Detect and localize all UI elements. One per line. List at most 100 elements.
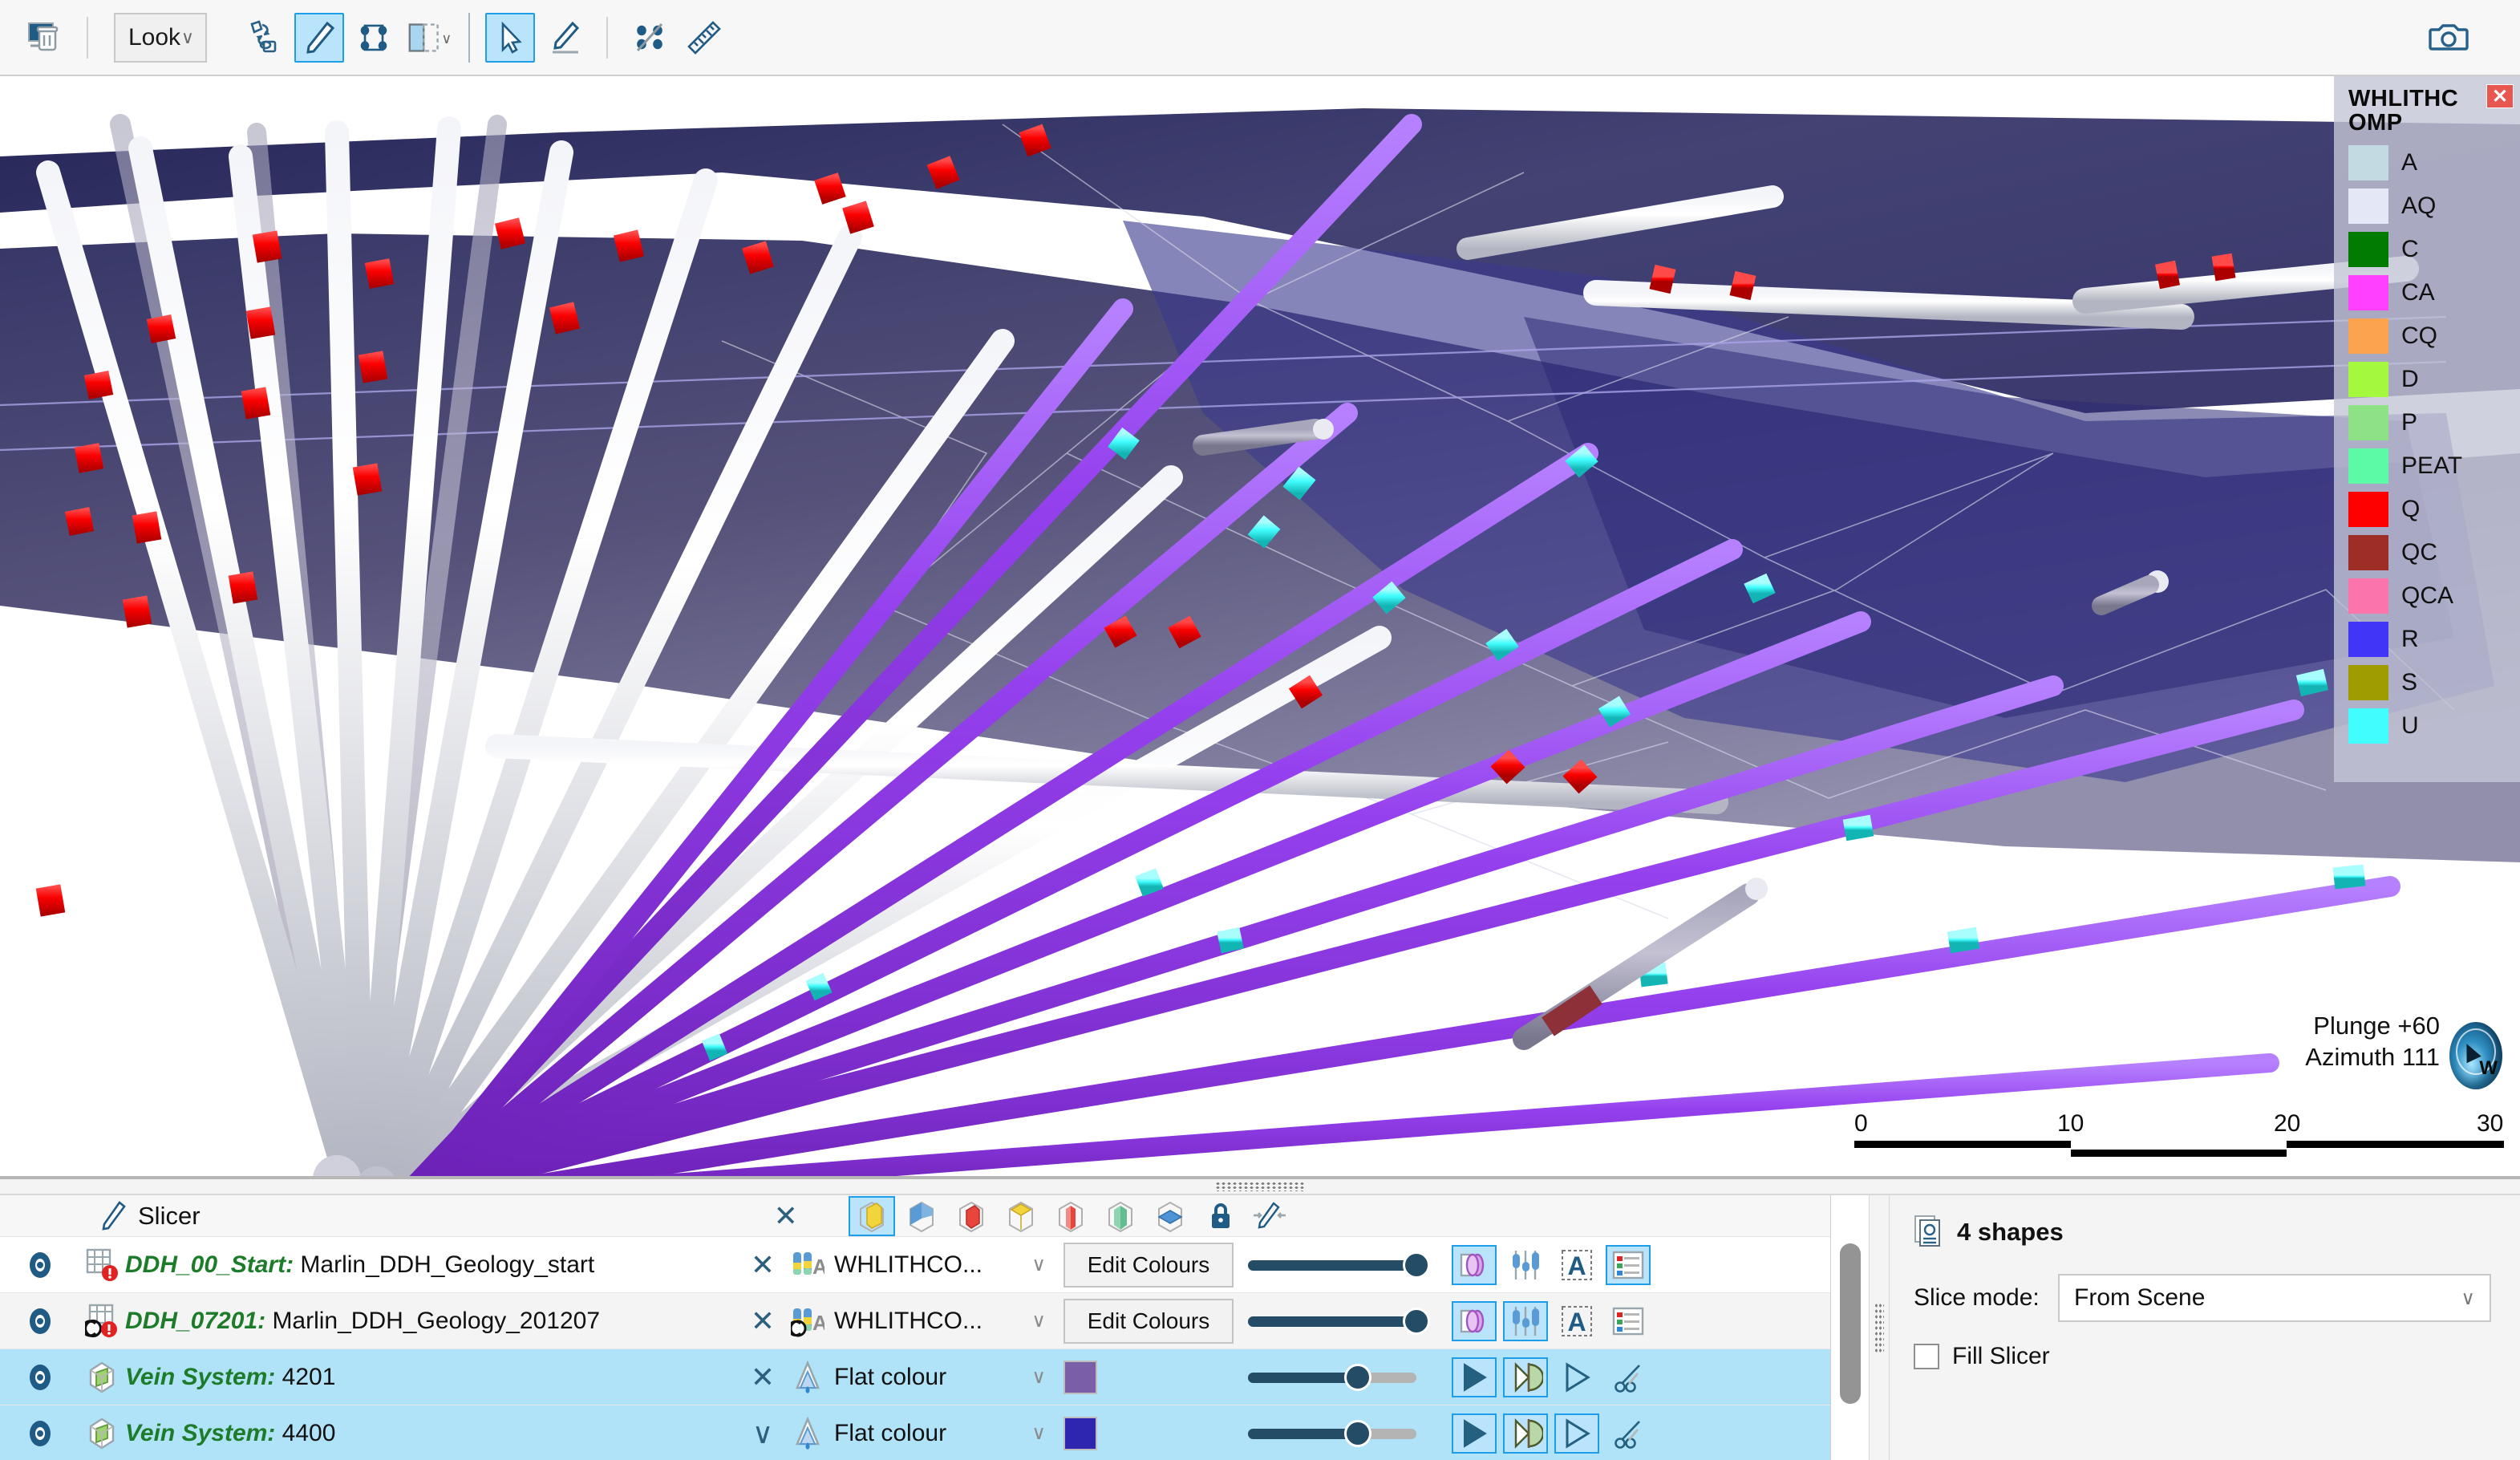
slice-green-mid-icon[interactable] bbox=[1097, 1196, 1144, 1236]
opacity-slider-cell[interactable] bbox=[1234, 1419, 1434, 1447]
chevron-down-icon: ∨ bbox=[2461, 1287, 2475, 1309]
slice-blue-plane-icon[interactable] bbox=[1147, 1196, 1193, 1236]
legend-item[interactable]: CQ bbox=[2348, 314, 2520, 358]
visibility-eye-icon[interactable] bbox=[0, 1248, 80, 1282]
slice-mode-select[interactable]: From Scene ∨ bbox=[2058, 1274, 2491, 1322]
slice-line-button[interactable] bbox=[625, 13, 675, 63]
move-object-button[interactable] bbox=[349, 13, 399, 63]
select-arrow-button[interactable] bbox=[485, 12, 535, 63]
visibility-eye-icon[interactable] bbox=[0, 1304, 80, 1338]
opacity-slider[interactable] bbox=[1248, 1307, 1430, 1335]
colour-attribute-select[interactable]: Flat colour ∨ bbox=[791, 1360, 1064, 1394]
layer-remove-button[interactable]: ✕ bbox=[735, 1248, 791, 1282]
layer-row[interactable]: Vein System: 4400 ∨ Flat colour ∨ bbox=[0, 1405, 1830, 1460]
opacity-slider[interactable] bbox=[1248, 1251, 1430, 1279]
wireframe-icon[interactable] bbox=[1554, 1413, 1599, 1454]
opacity-slider-cell[interactable] bbox=[1234, 1307, 1434, 1335]
colour-attribute-select[interactable]: A WHLITHCO... ∨ bbox=[791, 1304, 1064, 1338]
opacity-slider-cell[interactable] bbox=[1234, 1251, 1434, 1279]
legend-item[interactable]: C bbox=[2348, 228, 2520, 271]
slicer-remove-button[interactable]: ✕ bbox=[738, 1199, 834, 1233]
slice-mode-label: Slice mode: bbox=[1914, 1284, 2040, 1311]
vertical-splitter[interactable] bbox=[1869, 1195, 1890, 1460]
text-labels-icon[interactable]: A bbox=[1554, 1301, 1599, 1341]
legend-item-label: PEAT bbox=[2401, 452, 2463, 480]
legend-item[interactable]: U bbox=[2348, 704, 2520, 748]
wireframe-icon[interactable] bbox=[1554, 1357, 1599, 1397]
slice-half-button[interactable]: ∨ bbox=[403, 13, 453, 63]
3d-viewport[interactable]: ✕ WHLITHCOMP A AQ C CA CQ D P PEAT Q QC QCA R S U Plu… bbox=[0, 76, 2520, 1178]
scissors-clip-icon[interactable] bbox=[1606, 1357, 1651, 1397]
opacity-slider-cell[interactable] bbox=[1234, 1363, 1434, 1391]
layer-rows: DDH_00_Start: Marlin_DDH_Geology_start ✕ A… bbox=[0, 1237, 1830, 1460]
legend-item[interactable]: R bbox=[2348, 618, 2520, 661]
layer-row[interactable]: DDH_00_Start: Marlin_DDH_Geology_start ✕ A… bbox=[0, 1237, 1830, 1293]
measure-ruler-button[interactable] bbox=[679, 13, 729, 63]
layers-vertical-scrollbar[interactable] bbox=[1830, 1195, 1869, 1460]
slice-yellow-wire-icon[interactable] bbox=[998, 1196, 1044, 1236]
edit-colours-button[interactable]: Edit Colours bbox=[1064, 1298, 1234, 1344]
toolbar-divider-1 bbox=[87, 16, 88, 59]
downhole-plot-icon[interactable] bbox=[1503, 1300, 1548, 1341]
solid-fill-icon[interactable] bbox=[1452, 1413, 1497, 1454]
legend-item[interactable]: P bbox=[2348, 401, 2520, 444]
slice-yellow-solid-icon[interactable] bbox=[848, 1195, 895, 1236]
legend-item[interactable]: CA bbox=[2348, 271, 2520, 314]
screenshot-camera-button[interactable] bbox=[2424, 13, 2473, 63]
legend-item[interactable]: A bbox=[2348, 141, 2520, 185]
downhole-plot-icon[interactable] bbox=[1503, 1245, 1548, 1285]
legend-close-button[interactable]: ✕ bbox=[2486, 84, 2514, 108]
look-mode-dropdown[interactable]: Look ∨ bbox=[114, 12, 207, 63]
legend-item[interactable]: QCA bbox=[2348, 574, 2520, 618]
layer-remove-button[interactable]: ∨ bbox=[735, 1417, 791, 1450]
fill-slicer-checkbox[interactable] bbox=[1914, 1344, 1939, 1369]
edit-colours-button[interactable]: Edit Colours bbox=[1064, 1242, 1234, 1288]
draw-polyline-button[interactable] bbox=[540, 13, 589, 63]
slice-red-solid-icon[interactable] bbox=[948, 1196, 995, 1236]
slicer-row[interactable]: Slicer ✕ bbox=[0, 1195, 1830, 1237]
legend-list-icon[interactable] bbox=[1606, 1244, 1651, 1285]
backface-shading-icon[interactable] bbox=[1503, 1413, 1548, 1454]
legend-item[interactable]: PEAT bbox=[2348, 444, 2520, 488]
slice-blue-front-icon[interactable] bbox=[898, 1196, 945, 1236]
legend-item[interactable]: AQ bbox=[2348, 185, 2520, 228]
slicer-pen-button[interactable] bbox=[294, 12, 344, 63]
slice-red-mid-icon[interactable] bbox=[1047, 1196, 1094, 1236]
layer-remove-button[interactable]: ✕ bbox=[735, 1361, 791, 1394]
opacity-slider[interactable] bbox=[1248, 1419, 1416, 1447]
horizontal-splitter[interactable] bbox=[0, 1178, 2520, 1195]
visibility-eye-icon[interactable] bbox=[0, 1361, 80, 1394]
legend-item[interactable]: S bbox=[2348, 661, 2520, 704]
chevron-down-icon: ∨ bbox=[1031, 1254, 1046, 1275]
fill-slicer-row[interactable]: Fill Slicer bbox=[1914, 1343, 2496, 1370]
flat-colour-swatch[interactable] bbox=[1064, 1360, 1097, 1394]
swap-slicer-button[interactable] bbox=[240, 13, 290, 63]
legend-item[interactable]: Q bbox=[2348, 488, 2520, 531]
backface-shading-icon[interactable] bbox=[1503, 1357, 1548, 1397]
compass-globe-icon[interactable]: W bbox=[2449, 1022, 2502, 1089]
layer-row[interactable]: Vein System: 4201 ✕ Flat colour ∨ bbox=[0, 1349, 1830, 1405]
clear-scene-button[interactable] bbox=[20, 13, 70, 63]
scrollbar-thumb[interactable] bbox=[1839, 1243, 1861, 1404]
legend-item-label: QCA bbox=[2401, 582, 2454, 610]
collapse-slicer-icon[interactable] bbox=[1246, 1196, 1293, 1236]
legend-colour-swatch bbox=[2348, 405, 2388, 441]
legend-colour-swatch bbox=[2348, 189, 2388, 225]
legend-item[interactable]: QC bbox=[2348, 531, 2520, 574]
scale-tick-label: 30 bbox=[2477, 1110, 2504, 1137]
text-labels-icon[interactable]: A bbox=[1554, 1245, 1599, 1285]
opacity-slider[interactable] bbox=[1248, 1363, 1416, 1391]
legend-list-icon[interactable] bbox=[1606, 1301, 1651, 1341]
cylinder-view-icon[interactable] bbox=[1452, 1300, 1497, 1341]
visibility-eye-icon[interactable] bbox=[0, 1417, 80, 1450]
layer-remove-button[interactable]: ✕ bbox=[735, 1304, 791, 1338]
scissors-clip-icon[interactable] bbox=[1606, 1413, 1651, 1454]
legend-item[interactable]: D bbox=[2348, 358, 2520, 401]
colour-attribute-select[interactable]: Flat colour ∨ bbox=[791, 1416, 1064, 1450]
lock-icon[interactable] bbox=[1197, 1196, 1243, 1236]
colour-attribute-select[interactable]: A WHLITHCO... ∨ bbox=[791, 1248, 1064, 1282]
layer-row[interactable]: DDH_07201: Marlin_DDH_Geology_201207 ✕ A WH… bbox=[0, 1293, 1830, 1349]
solid-fill-icon[interactable] bbox=[1452, 1357, 1497, 1397]
cylinder-view-icon[interactable] bbox=[1452, 1244, 1497, 1285]
flat-colour-swatch[interactable] bbox=[1064, 1416, 1097, 1450]
